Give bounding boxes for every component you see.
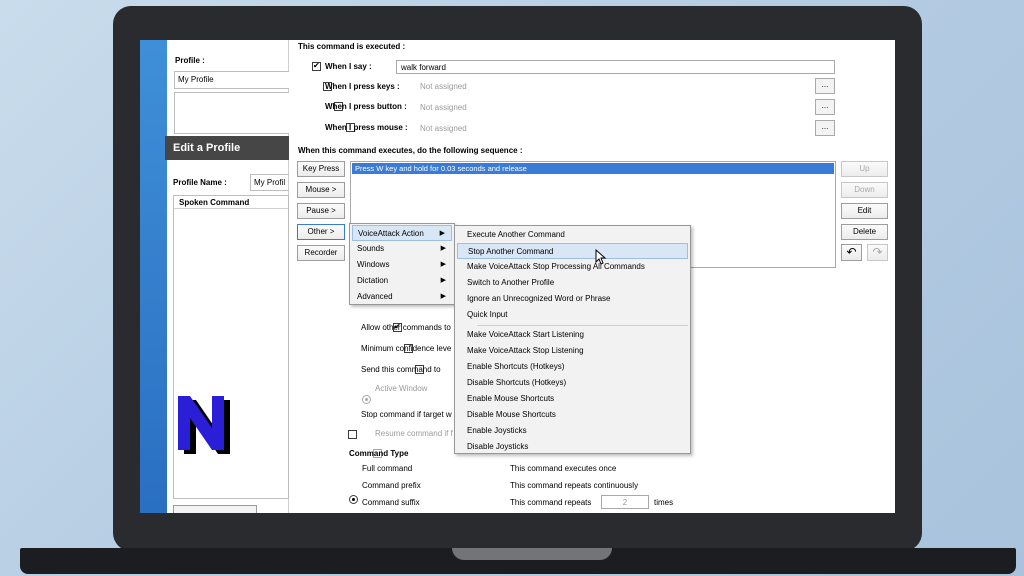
menu-item-voiceattack-action[interactable]: VoiceAttack Action ▶ [352, 225, 452, 241]
other-button[interactable]: Other > [297, 224, 345, 240]
edit-button[interactable]: Edit [841, 203, 888, 219]
menu-item-label: Windows [357, 260, 390, 269]
key-press-button[interactable]: Key Press [297, 161, 345, 177]
submenu-arrow-icon: ▶ [440, 245, 446, 252]
voiceattack-submenu: Execute Another Command Stop Another Com… [454, 225, 691, 454]
menu-item-advanced[interactable]: Advanced ▶ [352, 289, 452, 305]
other-menu: VoiceAttack Action ▶ Sounds ▶ Windows ▶ Dic… [349, 223, 455, 305]
keys-browse-button[interactable]: ... [815, 78, 835, 94]
action-item[interactable]: Press W key and hold for 0.03 seconds an… [352, 163, 834, 174]
menu-item-dictation[interactable]: Dictation ▶ [352, 273, 452, 289]
menu-item-label: Sounds [357, 244, 385, 253]
repeats-continuously-label: This command repeats continuously [510, 481, 639, 490]
button-not-assigned: Not assigned [420, 103, 467, 112]
active-window-label: Active Window [375, 384, 428, 393]
resume-if-label: Resume command if f [375, 429, 453, 438]
menu-item-stop-listening[interactable]: Make VoiceAttack Stop Listening [457, 343, 688, 359]
send-command-label: Send this command to [361, 365, 441, 374]
menu-item-stop-processing[interactable]: Make VoiceAttack Stop Processing All Com… [457, 259, 688, 275]
when-mouse-label: When I press mouse : [325, 123, 408, 132]
submenu-arrow-icon: ▶ [440, 261, 446, 268]
mouse-browse-button[interactable]: ... [815, 120, 835, 136]
submenu-arrow-icon: ▶ [440, 277, 446, 284]
submenu-arrow-icon: ▶ [440, 293, 446, 300]
min-confidence-label: Minimum confidence leve [361, 344, 452, 353]
when-button-label: When I press button : [325, 102, 407, 111]
full-command-label: Full command [362, 464, 413, 473]
n-logo-icon [178, 396, 230, 454]
times-label: times [654, 498, 674, 507]
repeats-label: This command repeats [510, 498, 592, 507]
menu-item-label: VoiceAttack Action [358, 229, 424, 238]
redo-icon[interactable]: ↷ [867, 244, 888, 261]
menu-item-label: Dictation [357, 276, 389, 285]
menu-item-ignore-unrecognized[interactable]: Ignore an Unrecognized Word or Phrase [457, 291, 688, 307]
full-command-radio[interactable] [349, 495, 358, 504]
submenu-arrow-icon: ▶ [439, 230, 445, 237]
allow-other-label: Allow other commands to [361, 323, 451, 332]
menu-item-execute-another[interactable]: Execute Another Command [457, 227, 688, 243]
when-i-say-input[interactable]: walk forward [396, 60, 835, 74]
stop-if-target-label: Stop command if target w [361, 410, 452, 419]
command-suffix-label: Command suffix [362, 498, 420, 507]
menu-item-quick-input[interactable]: Quick Input [457, 307, 688, 323]
mouse-cursor-icon [595, 249, 607, 265]
executed-heading: This command is executed : [298, 42, 406, 51]
menu-item-disable-joysticks[interactable]: Disable Joysticks [457, 439, 688, 455]
spoken-command-header[interactable]: Spoken Command [174, 196, 288, 209]
menu-separator [477, 325, 688, 326]
menu-item-enable-shortcuts[interactable]: Enable Shortcuts (Hotkeys) [457, 359, 688, 375]
executes-once-label: This command executes once [510, 464, 617, 473]
laptop-screen: Profile : My Profile Edit a Profile Prof… [140, 40, 895, 513]
menu-item-enable-mouse-shortcuts[interactable]: Enable Mouse Shortcuts [457, 391, 688, 407]
menu-item-windows[interactable]: Windows ▶ [352, 257, 452, 273]
profile-select[interactable]: My Profile [174, 71, 291, 89]
up-button[interactable]: Up [841, 161, 888, 177]
stop-if-target-checkbox[interactable] [348, 430, 357, 439]
new-command-button-stub[interactable] [173, 505, 257, 513]
menu-item-enable-joysticks[interactable]: Enable Joysticks [457, 423, 688, 439]
undo-icon[interactable]: ↶ [841, 244, 862, 261]
active-window-radio[interactable] [362, 395, 371, 404]
edit-profile-title: Edit a Profile [165, 136, 289, 160]
when-i-say-checkbox[interactable] [312, 61, 321, 71]
spoken-command-list[interactable]: Spoken Command [173, 195, 289, 499]
mouse-button[interactable]: Mouse > [297, 182, 345, 198]
menu-item-disable-shortcuts[interactable]: Disable Shortcuts (Hotkeys) [457, 375, 688, 391]
menu-item-disable-mouse-shortcuts[interactable]: Disable Mouse Shortcuts [457, 407, 688, 423]
mouse-not-assigned: Not assigned [420, 124, 467, 133]
menu-item-sounds[interactable]: Sounds ▶ [352, 241, 452, 257]
button-browse-button[interactable]: ... [815, 99, 835, 115]
menu-item-stop-another[interactable]: Stop Another Command [457, 243, 688, 259]
sequence-heading: When this command executes, do the follo… [298, 146, 523, 155]
profile-label: Profile : [175, 56, 205, 65]
when-i-say-label: When I say : [325, 62, 372, 71]
menu-item-label: Advanced [357, 292, 393, 301]
profile-name-label: Profile Name : [173, 178, 227, 187]
pause-button[interactable]: Pause > [297, 203, 345, 219]
keys-not-assigned: Not assigned [420, 82, 467, 91]
command-prefix-label: Command prefix [362, 481, 421, 490]
delete-button[interactable]: Delete [841, 224, 888, 240]
when-keys-label: When I press keys : [325, 82, 400, 91]
laptop-notch [452, 548, 612, 560]
command-type-heading: Command Type [349, 449, 409, 458]
desktop-background [140, 40, 167, 513]
menu-item-switch-profile[interactable]: Switch to Another Profile [457, 275, 688, 291]
recorder-button[interactable]: Recorder [297, 245, 345, 261]
profile-panel [174, 92, 291, 134]
profile-name-input[interactable]: My Profil [250, 174, 290, 191]
down-button[interactable]: Down [841, 182, 888, 198]
menu-item-start-listening[interactable]: Make VoiceAttack Start Listening [457, 327, 688, 343]
repeat-count-input[interactable]: 2 [601, 495, 649, 509]
